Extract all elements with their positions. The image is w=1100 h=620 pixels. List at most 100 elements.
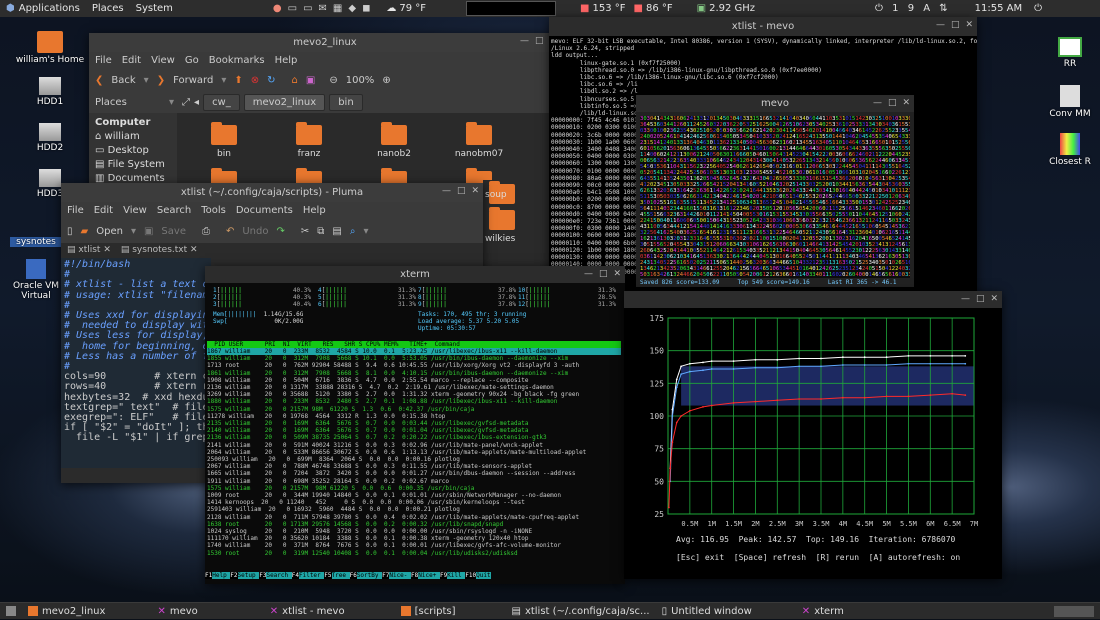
cut-icon[interactable]: ✂ — [301, 226, 309, 237]
process-row[interactable]: 1665 william 20 0 7204 3872 3420 S 0.0 0… — [207, 470, 621, 477]
process-row[interactable]: 1713 root 20 0 762M 92904 58488 S 9.4 0.… — [207, 362, 621, 369]
paste-icon[interactable]: ▤ — [332, 226, 341, 237]
tray-icons[interactable]: ⏻ 1 9 A ⇅ — [875, 3, 951, 14]
clock[interactable]: 11:55 AM — [975, 3, 1022, 14]
htop-header[interactable]: PID USER PRI NI VIRT RES SHR S CPU% MEM%… — [207, 341, 621, 348]
process-row[interactable]: 1911 william 20 0 698M 35252 28164 S 0.0… — [207, 478, 621, 485]
close-icon[interactable]: ✕ — [613, 269, 621, 279]
system-menu[interactable]: System — [136, 3, 173, 14]
xtlist-titlebar[interactable]: xtlist - mevo — □ ✕ — [549, 17, 977, 36]
mevo-titlebar[interactable]: mevo — □ ✕ — [636, 95, 914, 112]
folder-icon[interactable] — [296, 122, 322, 145]
menu-documents[interactable]: Documents — [236, 205, 293, 216]
sidebar-item-desktop[interactable]: ▭ Desktop — [95, 145, 149, 156]
sidebar-item-filesystem[interactable]: ▤ File System — [95, 159, 165, 170]
function-key[interactable]: F3Search — [259, 572, 292, 579]
copy-icon[interactable]: ⧉ — [317, 226, 324, 237]
tab-sysnotes[interactable]: ▤ sysnotes.txt ✕ — [121, 245, 198, 255]
convmm-desktop-icon[interactable]: Conv MM — [1040, 85, 1100, 119]
process-row[interactable]: 1638 root 20 0 1713M 29576 14568 S 0.0 0… — [207, 521, 621, 528]
applications-menu[interactable]: Applications — [19, 3, 80, 14]
places-dropdown[interactable]: Places — [95, 97, 165, 108]
process-row[interactable]: 1855 william 20 0 312M 7908 5668 S 10.1 … — [207, 355, 621, 362]
folder-icon[interactable] — [381, 122, 407, 145]
show-desktop-icon[interactable] — [6, 606, 16, 616]
caja-titlebar[interactable]: mevo2_linux—□✕ — [89, 33, 561, 52]
menu-file[interactable]: File — [95, 55, 112, 66]
menu-file[interactable]: File — [67, 205, 84, 216]
taskbar-item-mevo[interactable]: ✕ mevo — [151, 603, 203, 620]
menu-search[interactable]: Search — [157, 205, 191, 216]
closestr-desktop-icon[interactable]: Closest R — [1040, 133, 1100, 167]
reload-icon[interactable]: ↻ — [267, 75, 275, 86]
virtualbox-desktop-icon[interactable]: Oracle VM Virtual — [10, 259, 62, 301]
places-menu[interactable]: Places — [92, 3, 124, 14]
process-row[interactable]: 1575 william 20 0 2157M 98M 61220 S 0.0 … — [207, 485, 621, 492]
process-row[interactable]: 1740 william 20 0 371M 8764 7676 S 0.0 0… — [207, 542, 621, 549]
folder-icon[interactable] — [489, 207, 515, 230]
taskbar-item-pluma[interactable]: ▤ xtlist (~/.config/caja/sc... — [505, 603, 655, 620]
zoom-out-icon[interactable]: ⊖ — [329, 75, 337, 86]
process-row[interactable]: 1575 william 20 0 2157M 98M 61220 S 1.3 … — [207, 406, 621, 413]
print-icon[interactable]: ⎙ — [202, 226, 210, 237]
menu-view[interactable]: View — [123, 205, 147, 216]
close-icon[interactable]: ✕ — [471, 186, 479, 196]
plot-titlebar[interactable]: — □ ✕ — [624, 291, 1002, 308]
tab-xtlist[interactable]: ▤ xtlist ✕ — [67, 245, 111, 255]
stop-icon[interactable]: ⊗ — [251, 75, 259, 86]
close-icon[interactable]: ✕ — [990, 294, 998, 304]
maximize-icon[interactable]: □ — [599, 269, 608, 279]
process-row[interactable]: 2067 william 20 0 788M 46748 33688 S 0.0… — [207, 463, 621, 470]
process-row[interactable]: 250093 william 20 0 699M 8364 2064 S 0.0… — [207, 456, 621, 463]
up-icon[interactable]: ⬆ — [234, 75, 242, 86]
sysnotes-desktop-icon[interactable]: sysnotes — [10, 237, 62, 247]
function-key[interactable]: F5Tree — [324, 572, 350, 579]
undo-button[interactable]: Undo — [242, 226, 268, 237]
function-key[interactable]: F2Setup — [230, 572, 260, 579]
htop-process-list[interactable]: 1867 william 20 0 233M 8532 4584 S 10.0 … — [207, 348, 621, 571]
taskbar-item-untitled[interactable]: ▯ Untitled window — [656, 603, 758, 620]
folder-icon[interactable] — [466, 122, 492, 145]
undo-icon[interactable]: ↶ — [226, 226, 234, 237]
hdd2-desktop-icon[interactable]: HDD2 — [15, 123, 85, 153]
find-icon[interactable]: ⌕ — [350, 226, 356, 237]
function-key[interactable]: F6SortBy — [349, 572, 383, 579]
home-icon[interactable]: ⌂ — [292, 75, 298, 86]
process-row[interactable]: 2064 william 20 0 533M 86656 30672 S 0.0… — [207, 449, 621, 456]
minimize-icon[interactable]: — — [873, 98, 882, 108]
process-row[interactable]: 2591403 william 20 0 16932 5960 4484 S 0… — [207, 506, 621, 513]
maximize-icon[interactable]: □ — [457, 186, 466, 196]
taskbar-item-xterm[interactable]: ✕ xterm — [796, 603, 850, 620]
close-icon[interactable]: ✕ — [902, 98, 910, 108]
menu-bookmarks[interactable]: Bookmarks — [209, 55, 265, 66]
taskbar-item-scripts[interactable]: [scripts] — [395, 603, 462, 620]
taskbar-item-xtlist[interactable]: ✕ xtlist - mevo — [264, 603, 351, 620]
pluma-editor[interactable]: #!/bin/bash## xtlist - list a text or bi… — [61, 258, 211, 468]
open-button[interactable]: Open — [96, 226, 123, 237]
function-key[interactable]: F10Quit — [465, 572, 491, 579]
function-key[interactable]: F1Help — [205, 572, 231, 579]
sidebar-item-william[interactable]: ⌂ william — [95, 131, 140, 142]
applications-menu-icon[interactable]: ⬢ — [6, 3, 15, 14]
minimize-icon[interactable]: — — [520, 36, 529, 46]
process-row[interactable]: 2128 william 20 0 711M 57948 39780 S 0.0… — [207, 514, 621, 521]
maximize-icon[interactable]: □ — [951, 20, 960, 30]
maximize-icon[interactable]: □ — [976, 294, 985, 304]
redo-icon[interactable]: ↷ — [276, 226, 284, 237]
process-row[interactable]: 111170 william 20 0 35620 10184 3388 S 0… — [207, 535, 621, 542]
process-row[interactable]: 1414 kernoops 20 0 11240 452 0 S 0.0 0.0… — [207, 499, 621, 506]
open-icon[interactable]: ▰ — [81, 226, 89, 237]
minimize-icon[interactable]: — — [442, 186, 451, 196]
function-key[interactable]: F8Nice+ — [411, 572, 440, 579]
launcher-icons[interactable]: ●▭▭✉▦◆◼ — [273, 3, 376, 14]
process-row[interactable]: 1009 root 20 0 344M 19940 14840 S 0.0 0.… — [207, 492, 621, 499]
save-button[interactable]: Save — [161, 226, 186, 237]
workspace-switcher[interactable] — [1054, 605, 1094, 617]
minimize-icon[interactable]: — — [584, 269, 593, 279]
minimize-icon[interactable]: — — [961, 294, 970, 304]
crumb-bin[interactable]: bin — [329, 93, 363, 111]
menu-edit[interactable]: Edit — [122, 55, 141, 66]
computer-icon[interactable]: ▣ — [306, 75, 315, 86]
menu-go[interactable]: Go — [185, 55, 199, 66]
forward-button[interactable]: Forward — [173, 75, 213, 86]
